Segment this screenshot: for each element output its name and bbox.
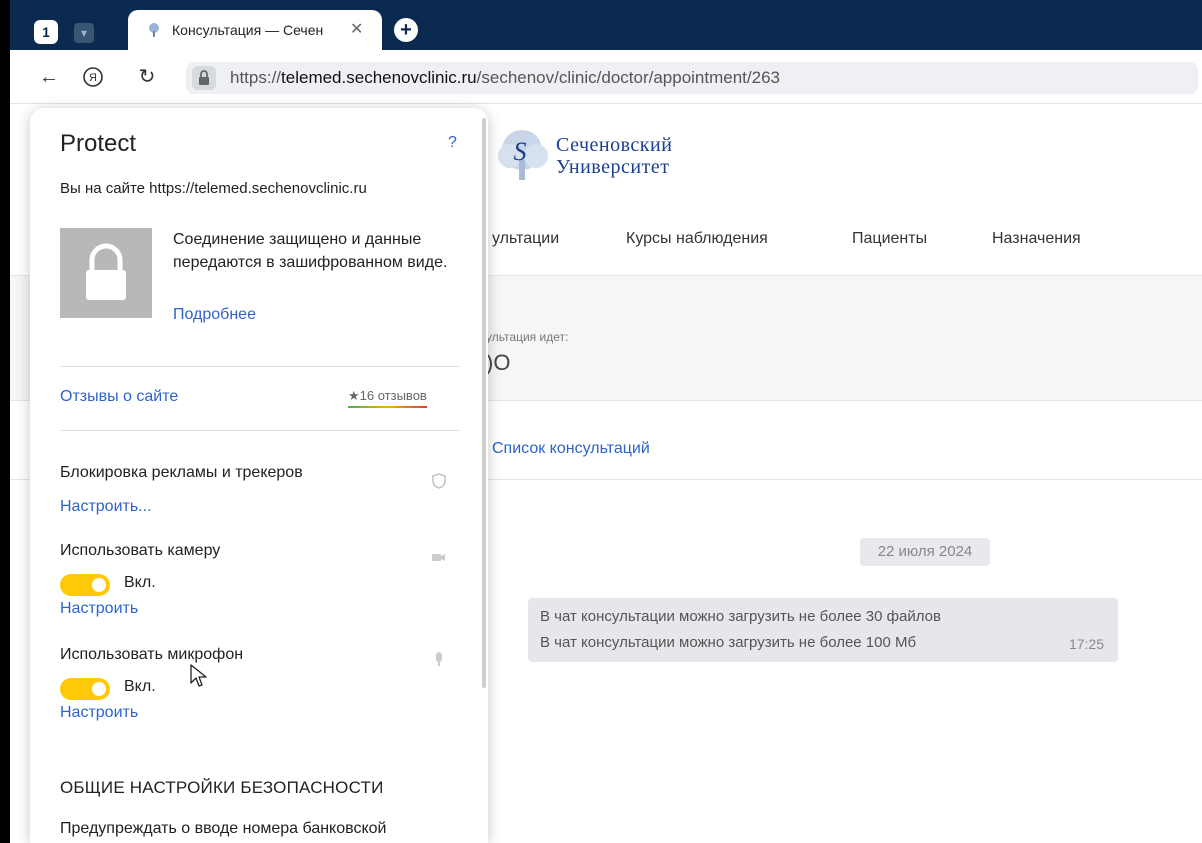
help-icon[interactable]: ? [448, 134, 457, 152]
status-timer: )O [486, 350, 511, 375]
general-security-heading: ОБЩИЕ НАСТРОЙКИ БЕЗОПАСНОСТИ [60, 778, 384, 797]
ad-blocking-label: Блокировка рекламы и трекеров [60, 464, 303, 481]
reviews-count-badge[interactable]: ★16 отзывов [348, 388, 427, 408]
tab-count-badge[interactable]: 1 [34, 20, 58, 44]
connection-secure-text: Соединение защищено и данные передаются … [173, 231, 448, 271]
reload-icon[interactable]: ↻ [136, 66, 158, 88]
nav-prescriptions[interactable]: Назначения [992, 230, 1081, 248]
nav-consultations[interactable]: ультации [492, 230, 559, 248]
chevron-down-icon[interactable]: ▾ [74, 23, 94, 43]
bank-card-warning-setting: Предупреждать о вводе номера банковской [60, 820, 387, 837]
tab-bar: 1 ▾ Консультация — Сечен ✕ + [10, 0, 1202, 50]
svg-text:Я: Я [89, 72, 97, 84]
tab-counter[interactable]: 1 ▾ [34, 20, 108, 50]
microphone-toggle-label: Вкл. [124, 678, 156, 695]
nav-patients[interactable]: Пациенты [852, 230, 927, 248]
mouse-pointer-icon [190, 664, 207, 687]
yandex-logo-icon[interactable]: Я [82, 66, 104, 88]
date-chip: 22 июля 2024 [860, 538, 990, 566]
logo-line-1: Сеченовский [556, 134, 673, 156]
svg-text:S: S [514, 137, 527, 166]
microphone-icon [436, 652, 442, 666]
camera-configure-link[interactable]: Настроить [60, 600, 138, 618]
microphone-toggle[interactable] [60, 678, 110, 700]
lock-icon [199, 70, 209, 85]
logo-text: Сеченовский Университет [556, 134, 672, 178]
tab-title: Консультация — Сечен [172, 22, 324, 38]
omnibox[interactable]: https://telemed.sechenovclinic.ru/sechen… [186, 62, 1198, 94]
popover-scrollbar[interactable] [482, 118, 486, 688]
back-arrow-icon[interactable]: ← [38, 66, 60, 88]
camera-label: Использовать камеру [60, 542, 221, 559]
chat-line-size: В чат консультации можно загрузить не бо… [540, 634, 917, 651]
university-logo[interactable]: S Сеченовский Университет [492, 126, 732, 186]
divider [60, 366, 460, 367]
consultation-list-link[interactable]: Список консультаций [492, 440, 650, 458]
chat-system-message: В чат консультации можно загрузить не бо… [528, 598, 1118, 662]
address-bar: ← Я ↻ https://telemed.sechenovclinic.ru/… [10, 50, 1202, 104]
lock-icon [86, 243, 126, 300]
close-icon[interactable]: ✕ [350, 19, 363, 39]
tree-logo-icon: S [498, 130, 548, 180]
camera-icon [432, 554, 445, 561]
new-tab-button[interactable]: + [394, 18, 418, 42]
more-info-link[interactable]: Подробнее [173, 306, 256, 324]
ad-blocking-configure-link[interactable]: Настроить... [60, 498, 152, 516]
screen-left-edge [0, 0, 10, 843]
url-host: telemed.sechenovclinic.ru [281, 68, 477, 87]
camera-toggle-label: Вкл. [124, 574, 156, 591]
microphone-label: Использовать микрофон [60, 646, 244, 663]
tree-favicon-icon [149, 23, 159, 37]
chat-line-files: В чат консультации можно загрузить не бо… [540, 608, 941, 625]
chat-timestamp: 17:25 [1068, 636, 1104, 652]
active-tab[interactable]: Консультация — Сечен ✕ [128, 10, 382, 50]
camera-toggle[interactable] [60, 574, 110, 596]
toggle-knob [92, 682, 106, 696]
site-reviews-link[interactable]: Отзывы о сайте [60, 388, 178, 406]
url-text[interactable]: https://telemed.sechenovclinic.ru/sechen… [230, 68, 780, 88]
site-lock-button[interactable] [192, 66, 216, 90]
toggle-knob [92, 578, 106, 592]
popover-title: Protect [60, 130, 137, 157]
url-path: /sechenov/clinic/doctor/appointment/263 [476, 68, 780, 87]
divider [60, 430, 460, 431]
secure-lock-tile [60, 228, 152, 318]
status-label: ультация идет: [486, 330, 569, 344]
logo-line-2: Университет [556, 156, 670, 178]
nav-observation-courses[interactable]: Курсы наблюдения [626, 230, 768, 248]
microphone-configure-link[interactable]: Настроить [60, 704, 138, 722]
site-address-text: Вы на сайте https://telemed.sechenovclin… [60, 180, 367, 197]
shield-icon [432, 473, 446, 489]
url-scheme: https:// [230, 68, 282, 87]
protect-popover: Protect ? Вы на сайте https://telemed.se… [30, 108, 488, 843]
